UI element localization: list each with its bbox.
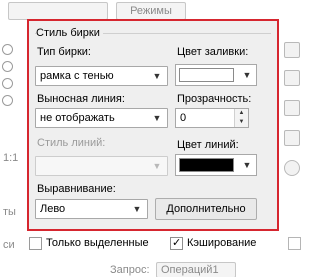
transparency-value: 0: [180, 112, 187, 124]
radio-option-1[interactable]: [2, 44, 13, 55]
side-help-icon[interactable]: [284, 160, 300, 176]
radio-option-2[interactable]: [2, 61, 13, 72]
side-tool-icon-4[interactable]: [284, 130, 300, 146]
line-style-dropdown[interactable]: ▼: [35, 156, 168, 176]
chevron-down-icon: ▼: [242, 160, 252, 170]
fill-color-picker[interactable]: ▼: [175, 64, 257, 86]
alignment-label: Выравнивание:: [37, 183, 116, 195]
query-label: Запрос:: [110, 264, 150, 276]
transparency-spinbox[interactable]: 0 ▲ ▼: [175, 108, 249, 128]
chevron-down-icon: ▼: [242, 70, 252, 80]
spin-up-icon[interactable]: ▲: [235, 109, 248, 118]
query-field[interactable]: Операций1: [156, 262, 236, 277]
fill-color-swatch: [179, 68, 234, 82]
alignment-dropdown[interactable]: Лево ▼: [35, 199, 148, 219]
leader-line-dropdown[interactable]: не отображать ▼: [35, 108, 168, 128]
spin-arrows[interactable]: ▲ ▼: [234, 109, 248, 127]
label-style-panel: Стиль бирки Тип бирки: рамка с тенью ▼ Ц…: [27, 19, 279, 231]
chevron-down-icon: ▼: [152, 113, 162, 123]
alignment-value: Лево: [40, 203, 66, 215]
extra-checkbox[interactable]: [288, 237, 301, 250]
label-type-dropdown[interactable]: рамка с тенью ▼: [35, 66, 168, 86]
ratio-text: 1:1: [3, 152, 19, 164]
label-type-value: рамка с тенью: [40, 70, 114, 82]
caching-label: Кэширование: [187, 237, 257, 249]
radio-option-3[interactable]: [2, 78, 13, 89]
line-color-label: Цвет линий:: [177, 139, 239, 151]
line-color-swatch: [179, 158, 234, 172]
radio-option-4[interactable]: [2, 95, 13, 106]
background-text-si: си: [3, 239, 15, 251]
line-color-picker[interactable]: ▼: [175, 154, 257, 176]
leader-line-label: Выносная линия:: [37, 93, 125, 105]
chevron-down-icon: ▼: [152, 161, 162, 171]
side-tool-icon-3[interactable]: [284, 100, 300, 116]
caching-checkbox[interactable]: [170, 236, 183, 250]
panel-title: Стиль бирки: [36, 27, 103, 39]
fill-color-label: Цвет заливки:: [177, 46, 249, 58]
background-button-left[interactable]: [8, 2, 108, 20]
modes-button[interactable]: Режимы: [116, 2, 186, 20]
chevron-down-icon: ▼: [132, 204, 142, 214]
side-tool-icon-2[interactable]: [284, 70, 300, 86]
background-text-ty: ты: [3, 206, 16, 218]
spin-down-icon[interactable]: ▼: [235, 118, 248, 127]
selected-only-checkbox[interactable]: [29, 237, 42, 250]
chevron-down-icon: ▼: [152, 71, 162, 81]
line-style-label: Стиль линий:: [37, 137, 106, 149]
leader-line-value: не отображать: [40, 112, 115, 124]
transparency-label: Прозрачность:: [177, 93, 252, 105]
selected-only-label: Только выделенные: [46, 237, 149, 249]
more-button[interactable]: Дополнительно: [155, 198, 257, 220]
side-tool-icon-1[interactable]: [284, 42, 300, 58]
label-type-label: Тип бирки:: [37, 46, 91, 58]
